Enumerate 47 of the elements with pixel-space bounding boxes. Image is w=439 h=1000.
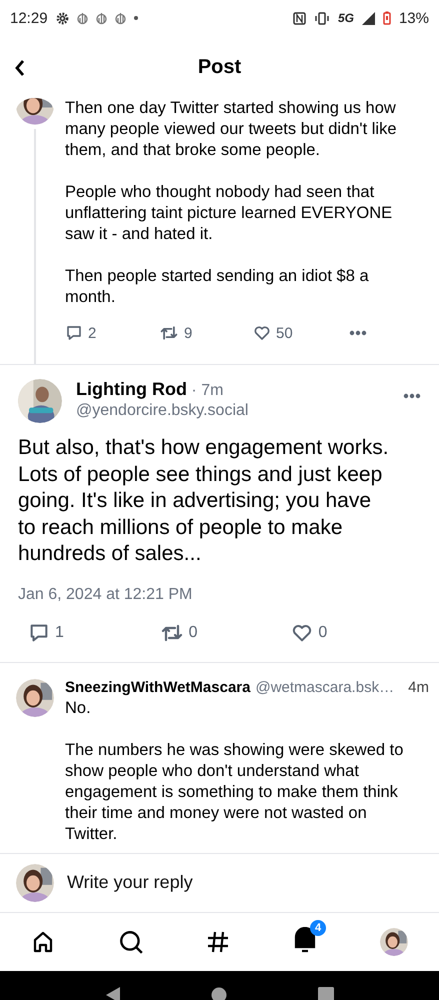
vibrate-icon [314,12,330,24]
author-handle[interactable]: @yendorcire.bsky.social [76,402,395,420]
author-handle[interactable]: @wetmascara.bsk… [255,678,394,696]
speech-bubble-icon [65,324,83,342]
dot-icon [134,16,138,20]
notification-icon [76,12,88,24]
post-timestamp: Jan 6, 2024 at 12:21 PM [18,586,194,604]
post-text: But also, that's how engagement works. Lots of people see things and just keep going. It's like in advertising; you have to reach millions of people to make hundreds of sales... [18,435,390,567]
reply-field[interactable]: Write your reply [67,868,423,897]
gear-icon [56,12,69,24]
speech-bubble-icon [28,622,50,644]
like-button[interactable]: 0 [291,622,424,644]
back-icon[interactable] [105,986,122,1000]
repost-button[interactable]: 0 [160,622,292,644]
heart-icon [253,324,271,342]
notification-icon [114,12,126,24]
post-text: Then people started sending an idiot $8 a month. [65,266,370,308]
more-icon[interactable] [349,330,367,336]
page-title: Post [198,56,242,78]
recents-icon[interactable] [318,987,334,1000]
battery-level: 13% [398,10,429,26]
back-icon[interactable] [14,59,26,77]
repost-button[interactable]: 9 [159,324,253,342]
hashtag-icon [206,930,230,954]
reply-button[interactable]: 2 [65,324,159,342]
signal-icon [362,12,375,24]
notifications-tab[interactable]: 4 [281,917,330,966]
author-name[interactable]: SneezingWithWetMascara [65,678,250,696]
like-button[interactable]: 50 [253,324,347,342]
post-text: Then one day Twitter started showing us how many people viewed our tweets but didn't like them, and that broke some people. [65,98,398,161]
more-icon[interactable] [403,393,421,399]
network-label: 5G [338,11,354,25]
post-time: · 7m [191,382,224,399]
search-icon [118,928,144,954]
repost-icon [159,324,179,342]
reply-button[interactable]: 1 [28,622,160,644]
home-icon[interactable] [211,987,228,1000]
author-name[interactable]: Lighting Rod [76,379,187,399]
post-text: People who thought nobody had seen that unflattering taint picture learned EVERYONE saw it - and hated it. [65,182,394,245]
notification-icon [96,12,107,24]
status-time: 12:29 [10,10,48,26]
nfc-icon [292,12,306,24]
post-text: No. [65,698,92,718]
post-time: 4m [408,678,429,696]
battery-icon [382,11,391,25]
notification-badge: 4 [310,920,326,936]
post-text: The numbers he was showing were skewed to show people who don't understand what engagement is something to make them think their time and money were not wasted on Twitter. [65,740,404,844]
